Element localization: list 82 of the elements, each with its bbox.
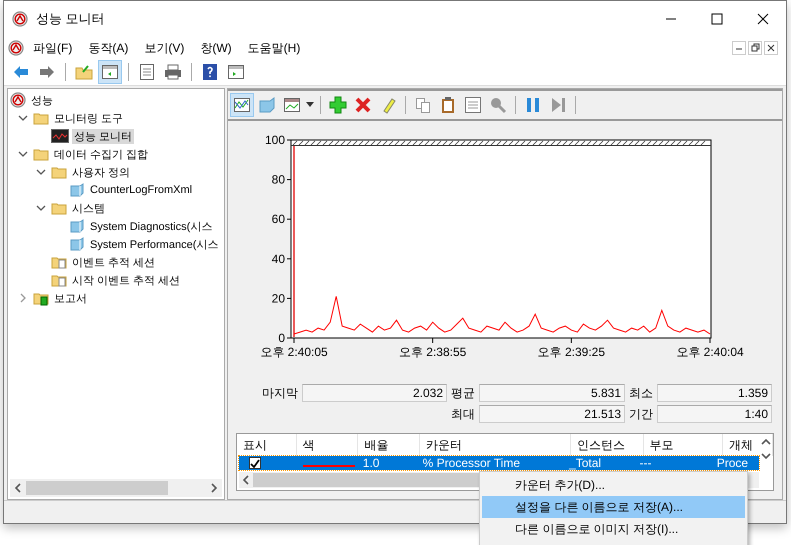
table-cell-text: --- xyxy=(638,456,653,470)
clipboard-icon[interactable] xyxy=(439,96,457,114)
y-tick-label: 100 xyxy=(264,133,285,147)
close-icon[interactable] xyxy=(764,41,778,55)
tree-item[interactable]: 시작 이벤트 추적 세션 xyxy=(70,272,182,288)
x-tick-label: 오후 2:40:05 xyxy=(260,345,328,359)
tree-item[interactable]: 사용자 정의 xyxy=(70,164,132,180)
y-tick xyxy=(286,258,292,260)
table-cell-text: 1.0 xyxy=(362,456,380,470)
cube-icon[interactable] xyxy=(258,96,276,114)
menu-item[interactable]: 설정을 다른 이름으로 저장(A)... xyxy=(482,496,745,518)
tree-item[interactable]: System Performance(시스 xyxy=(88,236,220,252)
x-tick-label: 오후 2:40:04 xyxy=(676,345,744,359)
tree-item[interactable]: CounterLogFromXml xyxy=(88,184,194,196)
stat-value: 5.831 xyxy=(479,384,625,402)
dropdown-arrow-icon[interactable] xyxy=(306,102,314,108)
folder-icon[interactable] xyxy=(75,63,93,81)
copy-icon[interactable] xyxy=(414,96,432,114)
panel-icon[interactable] xyxy=(227,63,245,81)
pause-icon[interactable] xyxy=(524,96,542,114)
menu-item[interactable]: 보기(V) xyxy=(137,38,192,58)
restore-icon[interactable] xyxy=(748,41,762,55)
delete-icon[interactable] xyxy=(354,96,372,114)
table-cell-text: _Total xyxy=(568,456,602,470)
tree-item[interactable]: 이벤트 추적 세션 xyxy=(70,254,158,270)
stat-label: 최소 xyxy=(629,384,653,402)
stat-label: 마지막 xyxy=(262,384,298,402)
window-title: 성능 모니터 xyxy=(36,10,106,28)
performance-icon xyxy=(10,92,26,108)
cube-icon xyxy=(69,182,85,198)
tree-item[interactable]: 성능 모니터 xyxy=(72,128,134,144)
help-icon[interactable] xyxy=(201,63,219,81)
add-icon[interactable] xyxy=(329,96,347,114)
forward-arrow-icon[interactable] xyxy=(38,63,56,81)
y-tick-label: 60 xyxy=(272,212,285,226)
stat-value: 1:40 xyxy=(657,405,772,423)
cube-icon xyxy=(69,218,85,234)
y-tick-label: 40 xyxy=(272,252,285,266)
stat-label: 평균 xyxy=(451,384,475,402)
stat-label: 최대 xyxy=(451,406,475,422)
menu-item[interactable]: 파일(F) xyxy=(26,38,80,58)
panel-icon[interactable] xyxy=(101,63,119,81)
menu-item[interactable]: 도움말(H) xyxy=(240,38,308,58)
menu-item[interactable]: 카운터 추가(D)... xyxy=(482,474,745,496)
checkbox[interactable] xyxy=(249,457,261,469)
stat-value: 2.032 xyxy=(302,384,447,402)
print-icon[interactable] xyxy=(164,63,182,81)
stat-value: 1.359 xyxy=(657,384,772,402)
menu-item[interactable]: 다른 이름으로 이미지 저장(I)... xyxy=(482,518,745,540)
counter-row[interactable]: 1.0 % Processor Time _Total --- Proce xyxy=(239,456,759,470)
tree-item[interactable]: 데이터 수집기 집합 xyxy=(52,146,150,162)
y-tick xyxy=(286,179,292,180)
cube-icon xyxy=(69,236,85,252)
app-icon xyxy=(8,40,24,56)
stat-label: 기간 xyxy=(629,406,653,422)
list-icon[interactable] xyxy=(138,63,156,81)
menu-item[interactable]: 동작(A) xyxy=(81,38,136,58)
tree-item[interactable]: 모니터링 도구 xyxy=(52,110,126,126)
scroll-down-icon[interactable] xyxy=(761,452,771,460)
y-tick-label: 80 xyxy=(272,172,285,187)
app-icon xyxy=(12,11,28,27)
stat-value: 21.513 xyxy=(479,405,625,423)
minimize-icon[interactable] xyxy=(732,41,746,55)
tree-item[interactable]: 보고서 xyxy=(52,290,89,306)
scroll-up-icon[interactable] xyxy=(761,438,771,446)
line-chart-icon[interactable] xyxy=(233,96,251,114)
tree-item[interactable]: System Diagnostics(시스 xyxy=(88,218,214,234)
x-tick-label: 오후 2:39:25 xyxy=(538,345,606,359)
tree-item[interactable]: 성능 xyxy=(29,92,55,108)
y-tick xyxy=(286,298,292,299)
table-cell-text: Proce xyxy=(716,456,750,470)
menu-item[interactable]: 창(W) xyxy=(193,38,239,58)
table-cell-text: % Processor Time xyxy=(422,456,522,470)
y-tick-label: 0 xyxy=(278,331,285,345)
scrollbar-thumb[interactable] xyxy=(26,481,168,495)
properties-icon[interactable] xyxy=(464,96,482,114)
chart-icon xyxy=(51,129,69,143)
x-tick-label: 오후 2:38:55 xyxy=(398,345,466,359)
y-tick xyxy=(286,218,292,220)
y-tick-label: 20 xyxy=(272,291,285,306)
report-icon[interactable] xyxy=(283,96,301,114)
tree-item[interactable]: 시스템 xyxy=(70,200,107,216)
